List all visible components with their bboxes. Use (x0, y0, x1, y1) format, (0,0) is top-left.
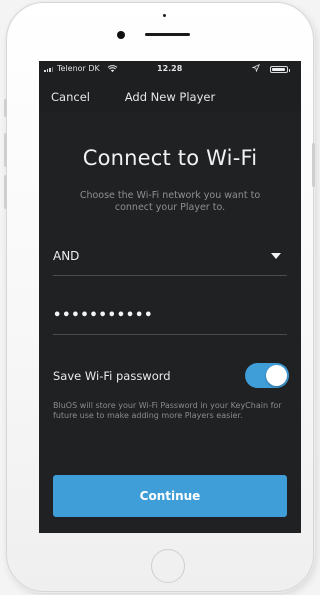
signal-icon (44, 67, 53, 72)
location-icon (252, 64, 260, 72)
wifi-password-field[interactable]: ••••••••••• (53, 301, 287, 335)
volume-up-button (4, 133, 7, 167)
mute-switch (4, 99, 7, 117)
navigation-bar: Cancel Add New Player (39, 79, 301, 113)
wifi-icon (107, 65, 118, 73)
continue-button[interactable]: Continue (53, 475, 287, 517)
toggle-knob (266, 365, 287, 386)
carrier-name: Telenor DK (57, 64, 100, 73)
wifi-network-select[interactable]: AND (53, 240, 287, 276)
keychain-note: BluOS will store your Wi-Fi Password in … (53, 401, 282, 421)
earpiece-speaker (145, 33, 190, 36)
phone-screen: Telenor DK 12.28 Cancel Add New Player C… (39, 61, 301, 533)
front-camera (117, 31, 125, 39)
save-password-toggle[interactable] (245, 363, 289, 388)
battery-level (272, 68, 285, 71)
nav-title: Add New Player (124, 90, 216, 104)
power-button (312, 143, 315, 187)
proximity-sensor (163, 14, 166, 17)
status-bar: Telenor DK 12.28 (39, 61, 301, 79)
selected-network: AND (53, 249, 80, 263)
battery-icon (270, 66, 290, 73)
chevron-down-icon (271, 253, 281, 259)
password-value: ••••••••••• (53, 308, 154, 323)
save-password-label: Save Wi-Fi password (53, 369, 171, 383)
page-title: Connect to Wi-Fi (82, 146, 258, 170)
status-time: 12.28 (157, 64, 183, 73)
page-subtitle: Choose the Wi-Fi network you want to con… (79, 190, 261, 213)
volume-down-button (4, 175, 7, 209)
home-button[interactable] (151, 549, 185, 583)
